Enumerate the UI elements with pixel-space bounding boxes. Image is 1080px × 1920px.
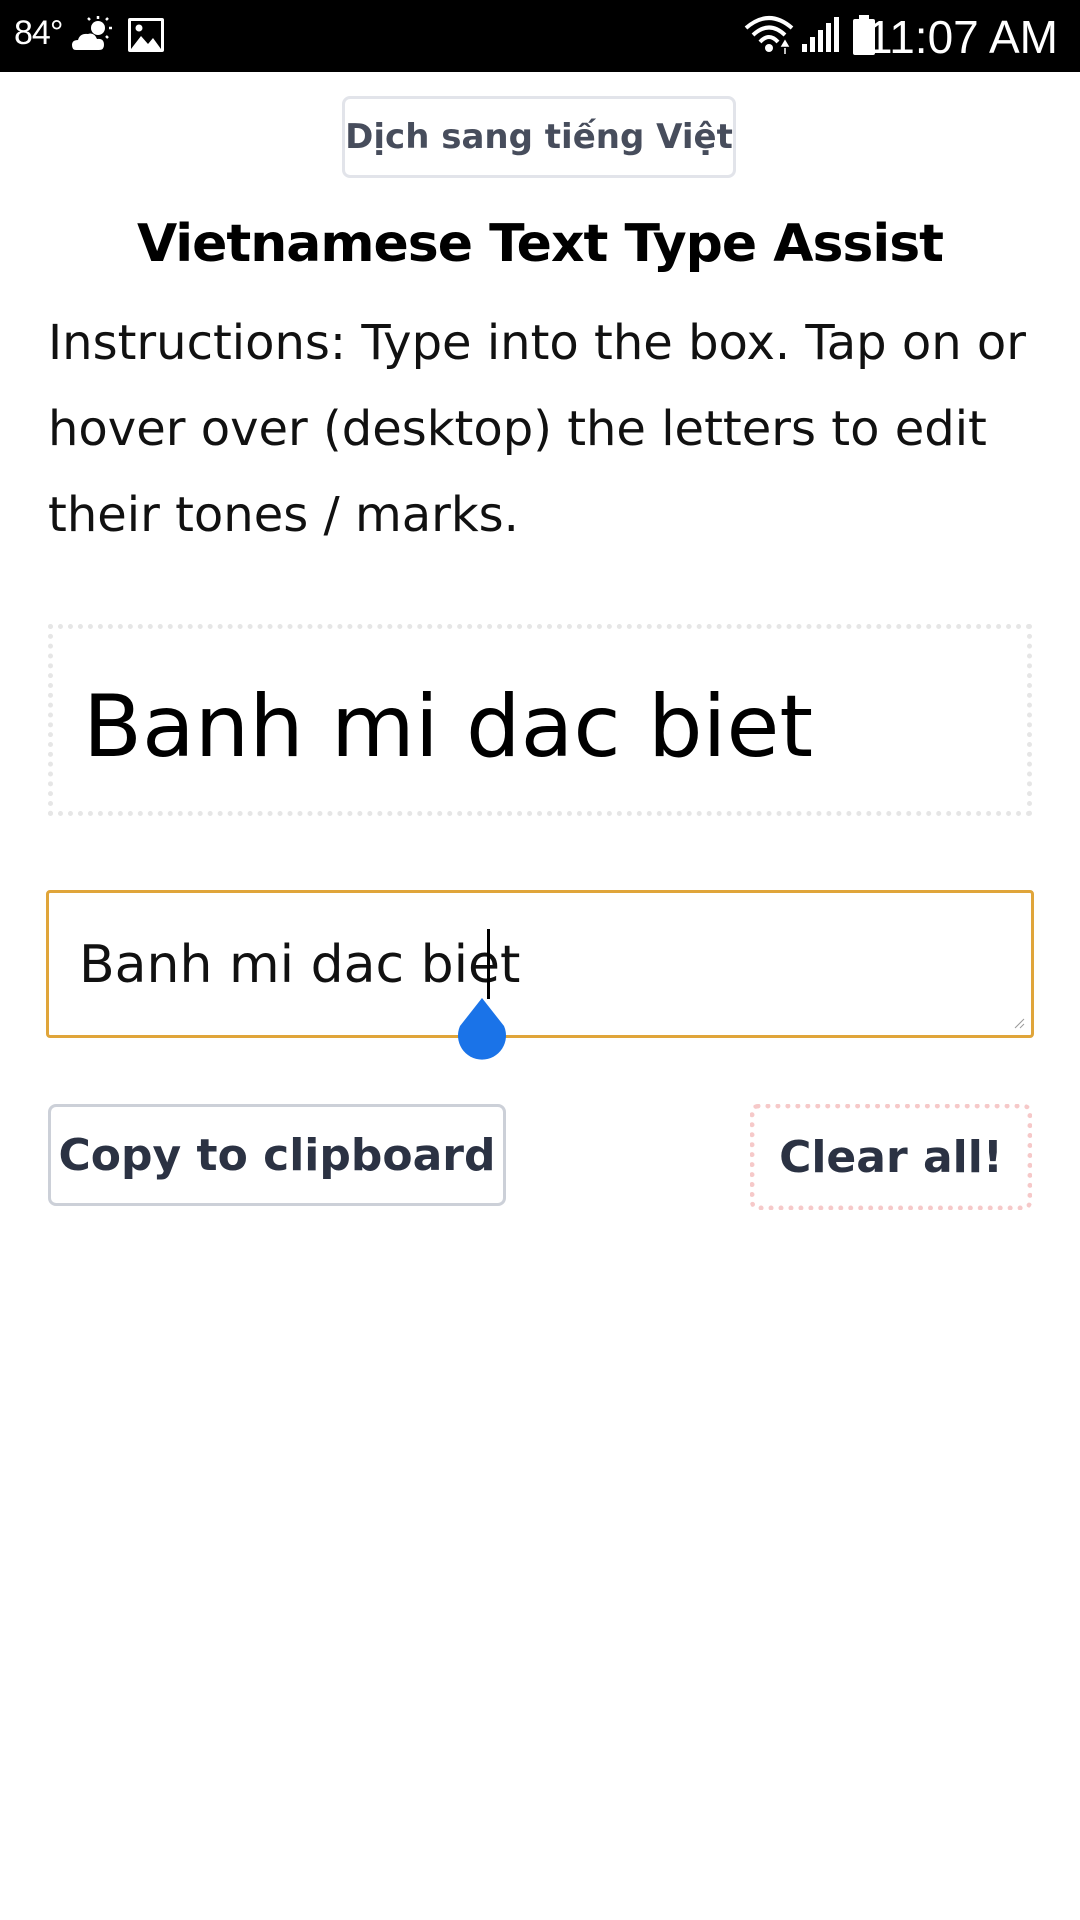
image-icon — [128, 18, 164, 52]
temperature-text: 84° — [14, 14, 63, 52]
translate-vietnamese-button[interactable]: Dịch sang tiếng Việt — [342, 96, 736, 178]
tone-preview-text[interactable]: Banh mi dac biet — [83, 677, 813, 777]
clock-text: 11:07 AM — [867, 11, 1058, 63]
text-input-value[interactable]: Banh mi dac biet — [79, 935, 520, 995]
wifi-icon — [744, 16, 794, 54]
instructions-text: Instructions: Type into the box. Tap on … — [48, 315, 1027, 543]
page-title: Vietnamese Text Type Assist — [136, 214, 944, 274]
copy-to-clipboard-button[interactable]: Copy to clipboard — [48, 1104, 506, 1206]
status-bar: 84° 11:07 AM — [0, 0, 1080, 72]
tone-preview-area[interactable]: Banh mi dac biet — [48, 624, 1032, 816]
clear-all-button[interactable]: Clear all! — [750, 1104, 1032, 1210]
cell-signal-icon — [802, 17, 839, 52]
partly-sunny-icon — [72, 16, 112, 50]
text-caret — [487, 929, 490, 999]
text-input[interactable]: Banh mi dac biet — [46, 890, 1034, 1038]
cursor-handle-icon[interactable] — [452, 996, 512, 1072]
resize-grip-icon[interactable] — [1013, 1017, 1025, 1029]
